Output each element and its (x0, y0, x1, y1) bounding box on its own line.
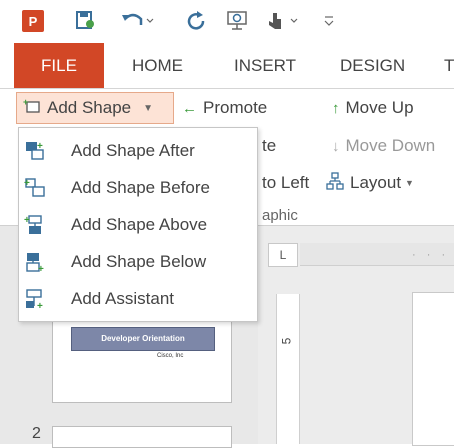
slide-number: 2 (32, 425, 41, 442)
svg-text:+: + (23, 98, 28, 107)
customize-qat-icon[interactable] (318, 6, 340, 34)
demote-label: te (262, 136, 277, 155)
right-to-left-button[interactable]: to Left (262, 167, 309, 199)
slide-canvas[interactable] (412, 292, 454, 446)
menu-item-label: Add Assistant (71, 288, 175, 308)
tab-home[interactable]: HOME (132, 43, 183, 88)
add-assistant-item[interactable]: + Add Assistant (19, 280, 257, 317)
tab-design[interactable]: DESIGN (340, 43, 405, 88)
add-shape-before-icon: + (24, 177, 46, 199)
chevron-down-icon: ▼ (143, 102, 154, 114)
move-up-button[interactable]: ↑ Move Up (332, 92, 414, 124)
promote-button[interactable]: ← Promote (182, 92, 267, 124)
add-shape-after-item[interactable]: + Add Shape After (19, 132, 257, 169)
add-shape-above-icon: + (24, 214, 46, 236)
add-shape-before-item[interactable]: + Add Shape Before (19, 169, 257, 206)
slide-thumbnail-subtitle: Cisco, Inc (157, 353, 184, 359)
undo-icon[interactable] (118, 6, 156, 34)
add-assistant-icon: + (24, 288, 46, 310)
powerpoint-logo-icon: P (22, 10, 44, 32)
menu-item-label: Add Shape Before (71, 177, 210, 197)
menu-item-label: Add Shape Below (71, 251, 207, 271)
tab-file[interactable]: FILE (14, 43, 104, 88)
arrow-down-icon: ↓ (332, 137, 340, 155)
svg-text:+: + (24, 215, 30, 226)
add-shape-after-icon: + (24, 140, 46, 162)
arrow-up-icon: ↑ (332, 99, 340, 117)
ribbon-tabs: FILE HOME INSERT DESIGN T (0, 43, 454, 89)
slide-thumbnail[interactable] (52, 426, 232, 448)
touch-mode-icon[interactable] (262, 6, 306, 34)
add-shape-icon: + (23, 97, 41, 119)
svg-text:+: + (38, 264, 44, 273)
redo-icon[interactable] (184, 6, 208, 34)
tab-truncated[interactable]: T (444, 43, 454, 88)
quick-access-toolbar: P (0, 0, 454, 43)
add-shape-button[interactable]: + Add Shape ▼ (16, 92, 174, 124)
move-down-label: Move Down (345, 136, 436, 155)
menu-item-label: Add Shape After (71, 140, 195, 160)
layout-label: Layout (350, 173, 402, 192)
layout-icon (326, 171, 344, 195)
layout-button[interactable]: Layout ▼ (326, 167, 414, 199)
slide-thumbnail-title: Developer Orientation (71, 327, 215, 351)
menu-item-label: Add Shape Above (71, 214, 208, 234)
svg-text:+: + (24, 178, 30, 189)
move-up-label: Move Up (345, 98, 414, 117)
tab-insert[interactable]: INSERT (234, 43, 296, 88)
right-to-left-label: to Left (262, 173, 310, 192)
horizontal-ruler: · · · (300, 243, 454, 266)
move-down-button[interactable]: ↓ Move Down (332, 130, 435, 162)
demote-button[interactable]: te (262, 130, 276, 162)
ruler-number: 5 (279, 337, 294, 345)
ribbon-group-label: aphic (262, 207, 298, 224)
add-shape-label: Add Shape (47, 98, 132, 117)
promote-label: Promote (203, 98, 268, 117)
save-icon[interactable] (72, 6, 98, 34)
add-shape-below-item[interactable]: + Add Shape Below (19, 243, 257, 280)
add-shape-below-icon: + (24, 251, 46, 273)
tab-selector[interactable]: L (268, 243, 298, 267)
svg-text:+: + (37, 141, 43, 152)
arrow-left-icon: ← (182, 99, 197, 117)
chevron-down-icon: ▼ (405, 178, 414, 188)
svg-text:+: + (37, 301, 43, 310)
start-slideshow-icon[interactable] (222, 6, 256, 34)
add-shape-above-item[interactable]: + Add Shape Above (19, 206, 257, 243)
vertical-ruler: 5 (276, 294, 300, 444)
add-shape-menu: + Add Shape After + Add Shape Before + A… (18, 127, 258, 322)
